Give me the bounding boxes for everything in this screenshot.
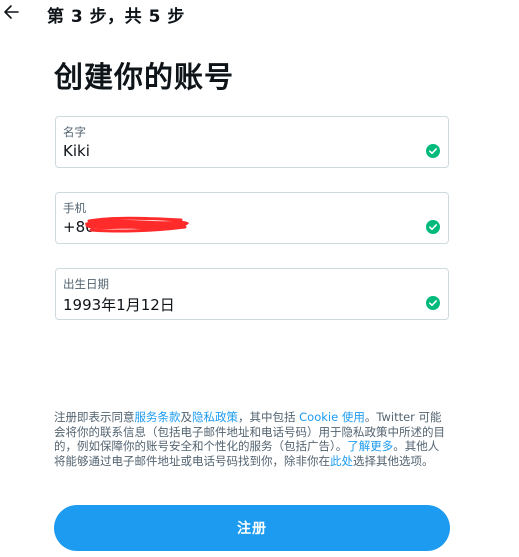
terms-text: 及 xyxy=(180,410,193,424)
terms-of-service-link[interactable]: 服务条款 xyxy=(135,410,181,424)
redaction-scribble xyxy=(83,215,191,235)
terms-text: 选择其他选项。 xyxy=(353,453,434,468)
signup-page: 第 3 步，共 5 步 创建你的账号 名字 Kiki 手机 +86 出生日期 1… xyxy=(0,0,519,557)
birthdate-field-label: 出生日期 xyxy=(63,277,109,291)
learn-more-link[interactable]: 了解更多 xyxy=(347,439,393,453)
valid-check-icon xyxy=(426,220,440,234)
terms-text: ，其中包括 xyxy=(238,410,300,424)
step-indicator: 第 3 步，共 5 步 xyxy=(47,7,185,27)
page-title: 创建你的账号 xyxy=(54,60,235,94)
here-link[interactable]: 此处 xyxy=(330,454,353,468)
birthdate-field[interactable]: 出生日期 1993年1月12日 xyxy=(55,268,449,320)
terms-notice: 注册即表示同意服务条款及隐私政策，其中包括 Cookie 使用。Twitter … xyxy=(54,410,448,468)
privacy-policy-link[interactable]: 隐私政策 xyxy=(192,410,238,424)
terms-text: 注册即表示同意 xyxy=(54,410,135,424)
valid-check-icon xyxy=(426,144,440,158)
phone-field[interactable]: 手机 +86 xyxy=(55,192,449,244)
valid-check-icon xyxy=(426,296,440,310)
name-field-value[interactable]: Kiki xyxy=(63,142,90,160)
birthdate-field-value[interactable]: 1993年1月12日 xyxy=(63,294,175,315)
name-field-label: 名字 xyxy=(63,125,86,139)
signup-button[interactable]: 注册 xyxy=(54,505,450,551)
cookie-use-link[interactable]: Cookie 使用 xyxy=(299,410,365,424)
name-field[interactable]: 名字 Kiki xyxy=(55,116,449,168)
back-arrow-icon xyxy=(0,0,24,24)
phone-field-label: 手机 xyxy=(63,201,86,215)
back-button[interactable] xyxy=(0,0,24,24)
